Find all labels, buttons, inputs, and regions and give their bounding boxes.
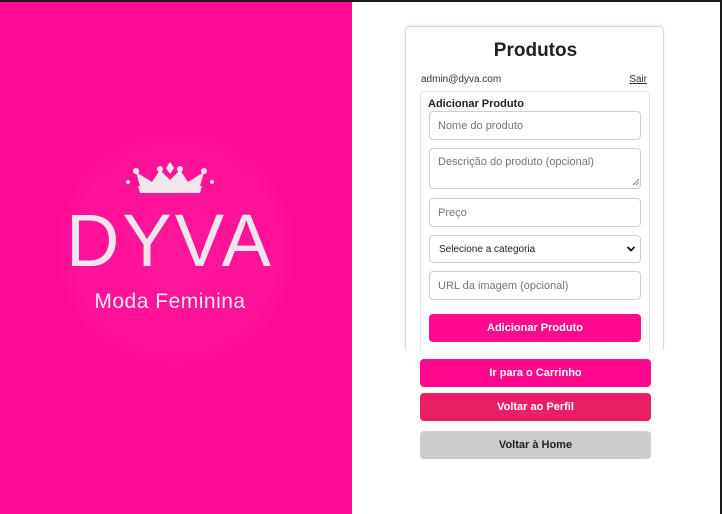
chevron-down-icon	[626, 246, 636, 252]
add-product-form: Adicionar Produto Selecione a categoria …	[420, 91, 650, 351]
user-email: admin@dyva.com	[421, 74, 502, 85]
go-to-cart-button[interactable]: Ir para o Carrinho	[420, 359, 651, 387]
brand-name: DYVA	[65, 199, 275, 282]
product-description-input[interactable]	[429, 148, 641, 189]
products-card: Produtos admin@dyva.com Sair Adicionar P…	[405, 26, 664, 351]
product-price-input[interactable]	[429, 198, 641, 227]
product-name-input[interactable]	[429, 111, 641, 140]
form-heading: Adicionar Produto	[428, 98, 524, 110]
resize-grip-icon[interactable]	[632, 178, 640, 186]
back-to-profile-button[interactable]: Voltar ao Perfil	[420, 393, 651, 421]
back-to-home-button[interactable]: Voltar à Home	[420, 431, 651, 459]
brand-tagline: Moda Feminina	[94, 290, 246, 313]
brand-panel: DYVA Moda Feminina	[0, 2, 352, 514]
image-url-input[interactable]	[429, 271, 641, 300]
page-title: Produtos	[493, 40, 578, 61]
logout-link[interactable]: Sair	[629, 74, 647, 85]
category-select[interactable]: Selecione a categoria	[429, 235, 641, 263]
crown-icon	[126, 162, 214, 193]
add-product-button[interactable]: Adicionar Produto	[429, 314, 641, 342]
